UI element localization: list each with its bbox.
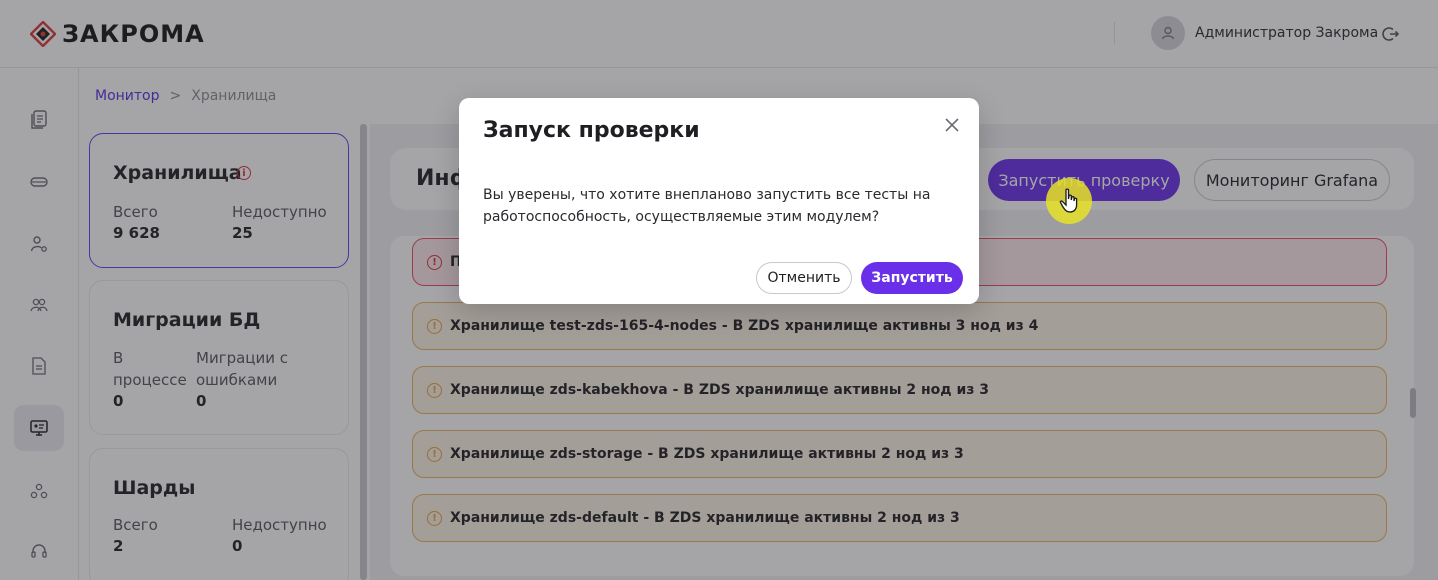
confirm-run-check-modal: Запуск проверки Вы уверены, что хотите в… xyxy=(459,98,979,304)
hand-cursor-icon xyxy=(1059,188,1078,213)
cancel-button[interactable]: Отменить xyxy=(756,262,852,294)
modal-message: Вы уверены, что хотите внепланово запуст… xyxy=(483,187,931,225)
close-icon[interactable] xyxy=(943,116,961,134)
confirm-button[interactable]: Запустить xyxy=(861,262,963,294)
modal-title: Запуск проверки xyxy=(483,118,700,143)
